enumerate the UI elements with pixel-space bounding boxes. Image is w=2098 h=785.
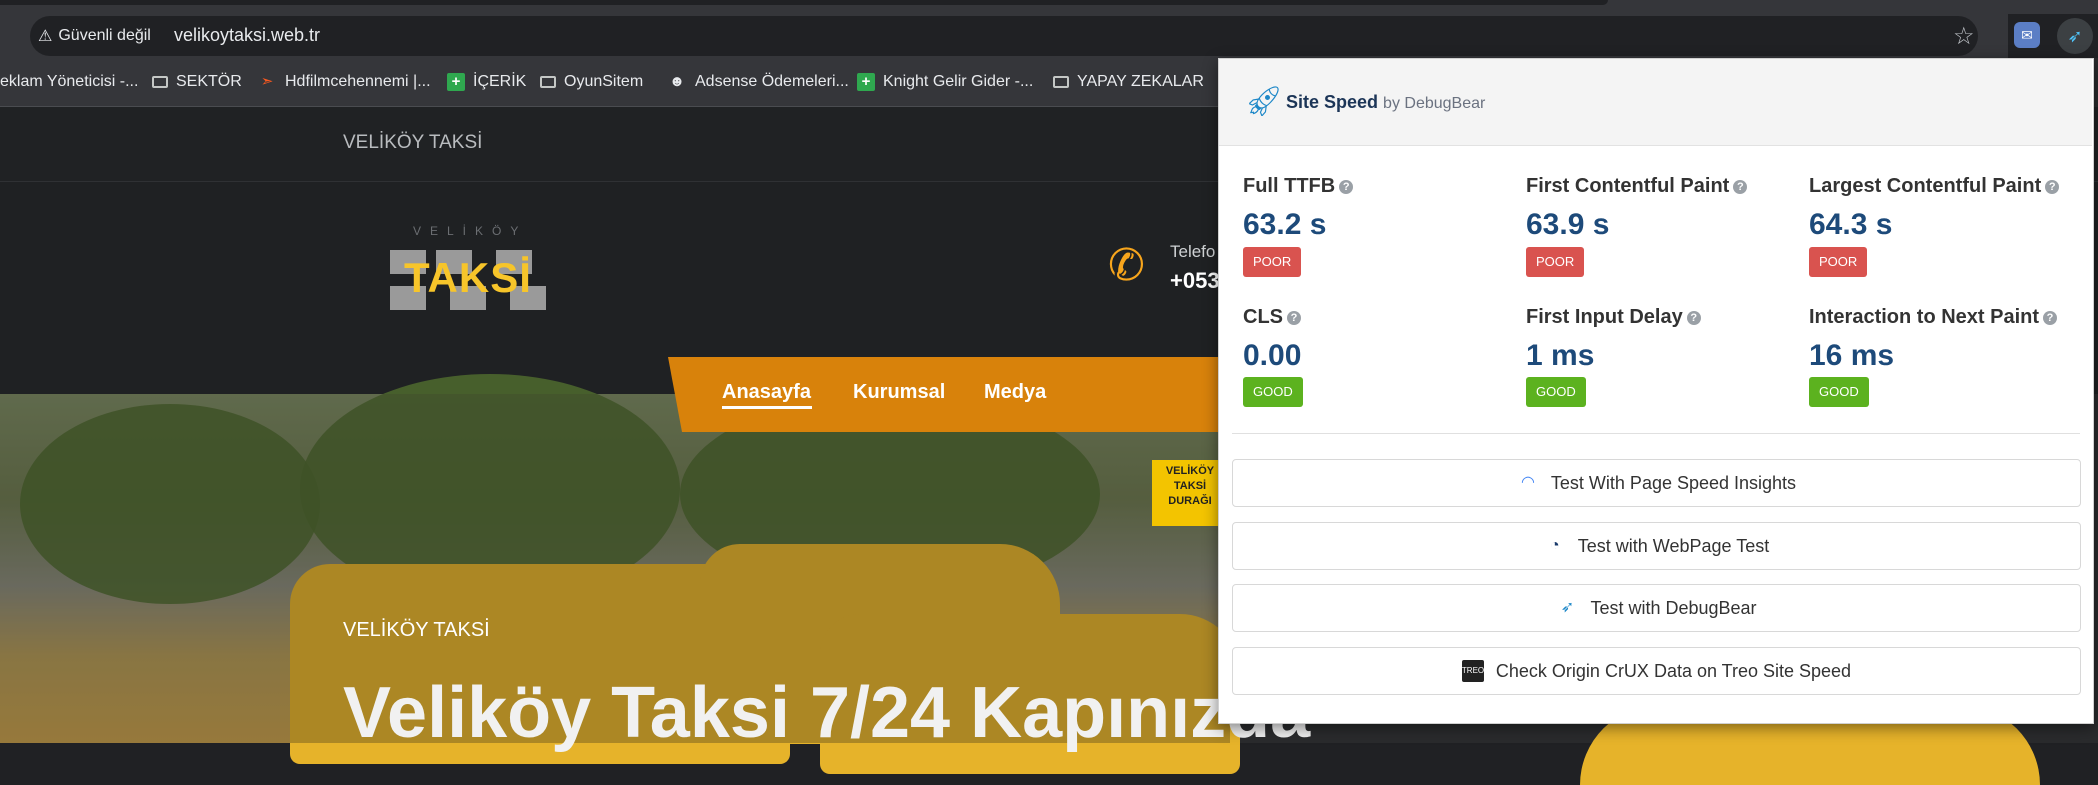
popup-by-text: by DebugBear <box>1383 95 1486 112</box>
metric-value-cls: 0.00 <box>1243 339 1302 372</box>
mail-extension-icon[interactable]: ✉ <box>2014 22 2040 48</box>
popup-title: Site Speed by DebugBear <box>1286 92 1485 113</box>
bookmark-folder-sektor[interactable]: SEKTÖR <box>152 70 242 94</box>
rating-badge: POOR <box>1243 247 1302 277</box>
folder-icon <box>1053 76 1069 88</box>
rocket-logo-icon: 🚀︎ <box>1245 85 1284 118</box>
phone-number[interactable]: +053 <box>1170 268 1220 294</box>
rating-badge: GOOD <box>1243 377 1303 407</box>
metric-label-cls: CLS? <box>1243 306 1301 329</box>
rating-badge: GOOD <box>1526 377 1586 407</box>
logo-small-text: VELİKÖY <box>413 224 528 238</box>
help-icon[interactable]: ? <box>1287 310 1301 325</box>
folder-icon <box>152 76 168 88</box>
star-icon[interactable]: ☆ <box>1953 22 1975 51</box>
test-pagespeed-button[interactable]: ◠ Test With Page Speed Insights <box>1232 459 2081 507</box>
metric-value-fid: 1 ms <box>1526 339 1595 372</box>
active-menu-underline <box>722 406 812 409</box>
bookmark-item[interactable]: eklam Yöneticisi -... <box>0 70 138 94</box>
help-icon[interactable]: ? <box>2045 179 2060 194</box>
metric-value-inp: 16 ms <box>1809 339 1895 372</box>
rating-badge: POOR <box>1526 247 1585 277</box>
phone-label: Telefo <box>1170 242 1216 261</box>
plus-icon: + <box>857 73 875 91</box>
metric-label-inp: Interaction to Next Paint? <box>1809 306 2058 329</box>
tab-strip <box>0 0 1608 5</box>
url-text[interactable]: velikoytaksi.web.tr <box>174 25 320 46</box>
pagespeed-icon: ◠ <box>1520 474 1535 491</box>
site-logo[interactable]: TAKSİ <box>404 254 532 302</box>
test-debugbear-button[interactable]: ➶ Test with DebugBear <box>1232 584 2081 632</box>
metric-label-ttfb: Full TTFB? <box>1243 175 1354 198</box>
test-webpagetest-button[interactable]: ◔ Test with WebPage Test <box>1232 522 2081 570</box>
taxi-stand-sign: VELİKÖY TAKSİ DURAĞI <box>1152 460 1228 526</box>
hero-title: Veliköy Taksi 7/24 Kapınızda <box>343 673 1311 753</box>
menu-item-medya[interactable]: Medya <box>984 381 1046 404</box>
popup-title-text: Site Speed <box>1286 92 1379 112</box>
site-top-brand[interactable]: VELİKÖY TAKSİ <box>343 132 482 154</box>
metric-label-fcp: First Contentful Paint? <box>1526 175 1748 198</box>
metric-value-ttfb: 63.2 s <box>1243 208 1327 241</box>
folder-icon <box>540 76 556 88</box>
menu-item-anasayfa[interactable]: Anasayfa <box>722 381 811 404</box>
debugbear-icon: ➶ <box>1560 599 1575 616</box>
treo-crux-button[interactable]: TREO Check Origin CrUX Data on Treo Site… <box>1232 647 2081 695</box>
address-bar[interactable] <box>30 16 1978 56</box>
metric-label-lcp: Largest Contentful Paint? <box>1809 175 2060 198</box>
help-icon[interactable]: ? <box>1733 179 1748 194</box>
bookmark-folder-yapay-zekalar[interactable]: YAPAY ZEKALAR <box>1053 70 1204 94</box>
metric-value-lcp: 64.3 s <box>1809 208 1893 241</box>
bookmark-item[interactable]: ➣ Hdfilmcehennemi |... <box>257 70 431 94</box>
bookmark-item[interactable]: + İÇERİK <box>447 70 526 94</box>
hero-subtitle: VELİKÖY TAKSİ <box>343 619 490 641</box>
bookmark-item[interactable]: + Knight Gelir Gider -... <box>857 70 1033 94</box>
security-chip[interactable]: ⚠ Güvenli değil <box>38 24 151 48</box>
help-icon[interactable]: ? <box>1686 310 1701 325</box>
warning-icon: ⚠ <box>38 28 53 45</box>
webpagetest-icon: ◔ <box>1549 537 1560 554</box>
security-warning-label: Güvenli değil <box>58 27 151 44</box>
menu-item-kurumsal[interactable]: Kurumsal <box>853 381 945 404</box>
person-icon: ☻ <box>669 73 685 90</box>
metric-value-fcp: 63.9 s <box>1526 208 1610 241</box>
rating-badge: GOOD <box>1809 377 1869 407</box>
site-speed-extension-icon[interactable]: ➶ <box>2057 18 2093 54</box>
bookmark-folder-oyunsitem[interactable]: OyunSitem <box>540 70 643 94</box>
popup-divider <box>1232 433 2080 434</box>
plus-icon: + <box>447 73 465 91</box>
treo-icon: TREO <box>1461 660 1484 682</box>
rating-badge: POOR <box>1809 247 1868 277</box>
help-icon[interactable]: ? <box>1339 179 1354 194</box>
phone-icon: ✆ <box>1108 241 1145 290</box>
metric-label-fid: First Input Delay? <box>1526 306 1701 329</box>
flame-icon: ➣ <box>260 73 274 90</box>
help-icon[interactable]: ? <box>2043 310 2058 325</box>
bookmark-item[interactable]: ☻ Adsense Ödemeleri... <box>667 70 849 94</box>
